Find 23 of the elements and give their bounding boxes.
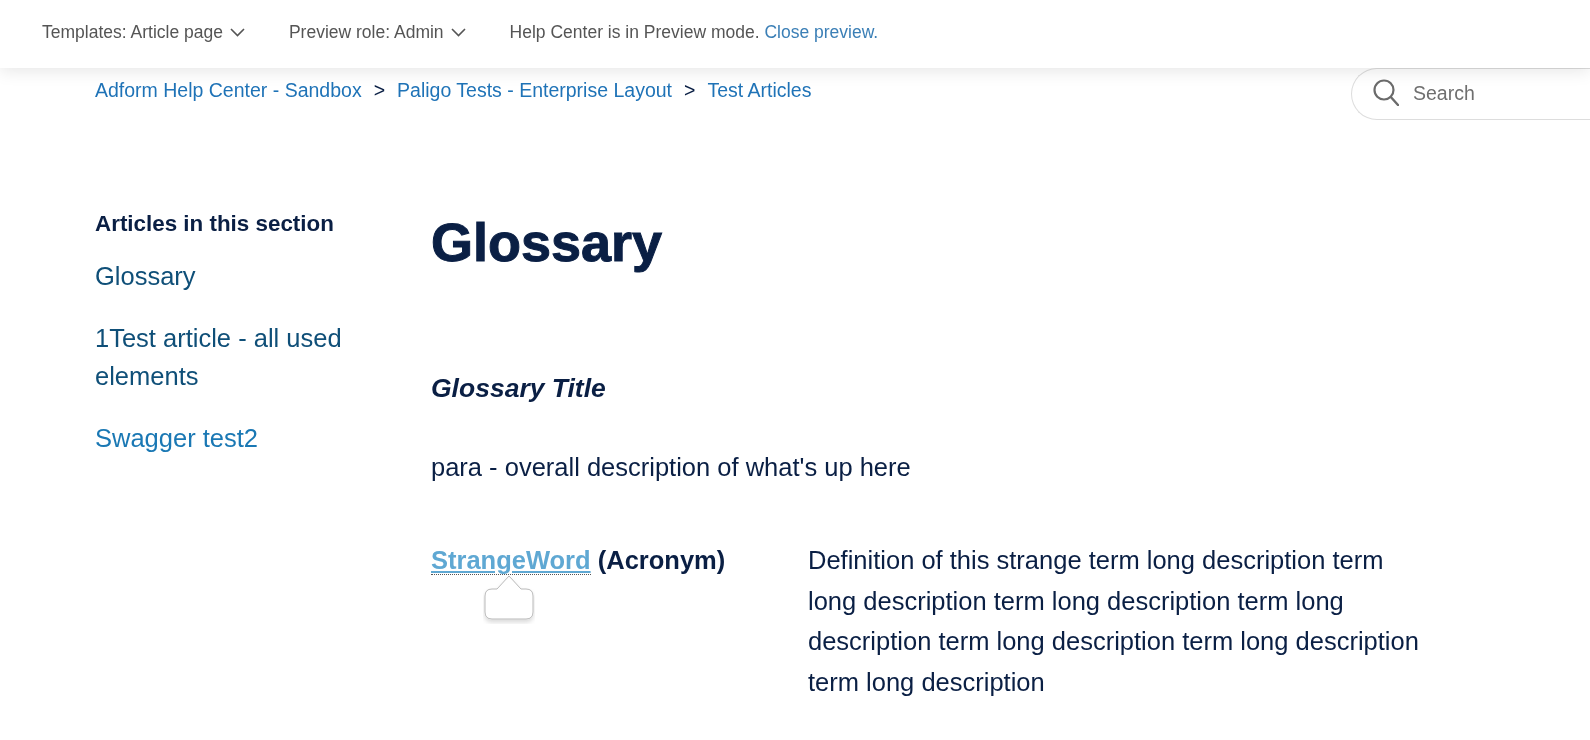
sidebar-heading: Articles in this section (95, 210, 334, 238)
search-icon (1373, 79, 1399, 106)
chevron-down-icon (229, 27, 245, 37)
intro-paragraph: para - overall description of what's up here (431, 452, 911, 483)
page-title: Glossary (431, 211, 663, 274)
search-field[interactable]: Search (1351, 68, 1590, 120)
chevron-down-icon (450, 27, 466, 37)
breadcrumb-link[interactable]: Adform Help Center - Sandbox (95, 78, 362, 102)
breadcrumb-link[interactable]: Test Articles (707, 78, 812, 102)
dropdown-button[interactable]: Templates: Article page (42, 21, 245, 43)
glossary-term-link[interactable]: StrangeWord (431, 546, 591, 575)
glossary-title: Glossary Title (431, 372, 606, 404)
term-qualifier: (Acronym) (597, 546, 726, 574)
sidebar-article-link[interactable]: 1Test article - all used elements (95, 319, 345, 395)
dropdown-button[interactable]: Preview role: Admin (288, 21, 466, 43)
breadcrumb-link[interactable]: Paligo Tests - Enterprise Layout (397, 78, 672, 102)
breadcrumb-separator: > (684, 78, 696, 102)
close-preview-link[interactable]: Close preview. (764, 21, 879, 42)
breadcrumb-separator: > (373, 78, 386, 102)
preview-mode-notice: Help Center is in Preview mode. Close preview. (509, 21, 879, 43)
term-definition: Definition of this strange term long description term long description term long description term long description term long description term long description term long description (808, 545, 1420, 698)
sidebar-article-link[interactable]: Glossary (95, 257, 196, 295)
sidebar-article-link[interactable]: Swagger test2 (95, 419, 258, 457)
